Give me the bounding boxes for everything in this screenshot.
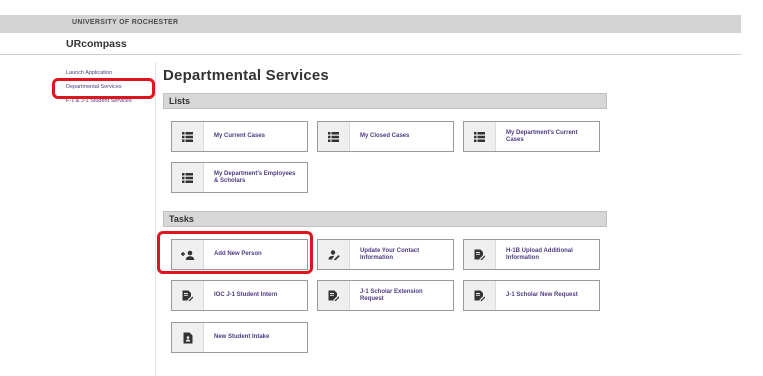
update-contact-information-button[interactable]: Update Your Contact Information: [317, 239, 454, 270]
card-label: J-1 Scholar Extension Request: [360, 288, 423, 302]
j1-scholar-extension-button[interactable]: J-1 Scholar Extension Request: [317, 280, 454, 311]
sidebar-item-student-services[interactable]: F-1 & J-1 Student Services: [66, 98, 132, 104]
tasks-section-header: Tasks: [163, 211, 607, 227]
add-new-person-button[interactable]: Add New Person: [171, 239, 308, 270]
list-icon: [464, 122, 496, 151]
list-icon: [172, 163, 204, 192]
edit-form-icon: [318, 281, 350, 310]
sidebar-divider: [155, 62, 156, 376]
sidebar-item-departmental-services[interactable]: Departmental Services: [66, 84, 122, 90]
card-label: My Department's Employees & Scholars: [214, 170, 296, 184]
lists-section-header: Lists: [163, 93, 607, 109]
document-icon: [172, 323, 204, 352]
card-label: H-1B Upload Additional Information: [506, 247, 573, 261]
card-label: My Department's Current Cases: [506, 129, 578, 143]
card-label: Add New Person: [214, 251, 262, 257]
my-closed-cases-button[interactable]: My Closed Cases: [317, 121, 454, 152]
card-label: Update Your Contact Information: [360, 247, 420, 261]
page-title: Departmental Services: [163, 67, 329, 84]
edit-form-icon: [464, 240, 496, 269]
card-label: New Student Intake: [214, 334, 270, 340]
list-icon: [172, 122, 204, 151]
card-label: My Current Cases: [214, 133, 266, 139]
list-icon: [318, 122, 350, 151]
header-divider: [0, 54, 741, 55]
card-label: My Closed Cases: [360, 133, 410, 139]
sidebar-item-launch-application[interactable]: Launch Application: [66, 70, 112, 76]
new-student-intake-button[interactable]: New Student Intake: [171, 322, 308, 353]
my-current-cases-button[interactable]: My Current Cases: [171, 121, 308, 152]
add-person-icon: [172, 240, 204, 269]
edit-person-icon: [318, 240, 350, 269]
card-label: J-1 Scholar New Request: [506, 292, 578, 298]
j1-scholar-new-request-button[interactable]: J-1 Scholar New Request: [463, 280, 600, 311]
ioc-j1-student-intern-button[interactable]: IOC J-1 Student Intern: [171, 280, 308, 311]
edit-form-icon: [172, 281, 204, 310]
edit-form-icon: [464, 281, 496, 310]
card-label: IOC J-1 Student Intern: [214, 292, 278, 298]
app-title[interactable]: URcompass: [66, 38, 127, 50]
university-name: UNIVERSITY OF ROCHESTER: [72, 19, 179, 26]
my-department-current-cases-button[interactable]: My Department's Current Cases: [463, 121, 600, 152]
top-banner: UNIVERSITY OF ROCHESTER: [0, 15, 741, 33]
my-department-employees-button[interactable]: My Department's Employees & Scholars: [171, 162, 308, 193]
h1b-upload-button[interactable]: H-1B Upload Additional Information: [463, 239, 600, 270]
